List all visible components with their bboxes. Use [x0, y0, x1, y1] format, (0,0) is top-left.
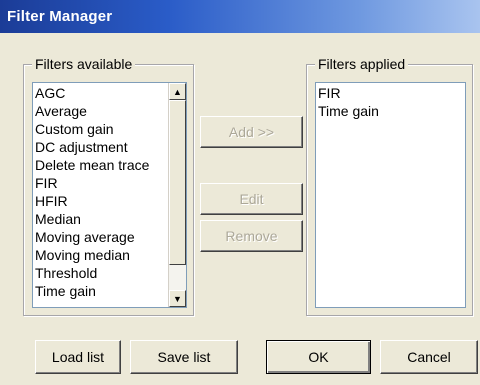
- list-item[interactable]: Time gain: [33, 282, 168, 300]
- list-item[interactable]: AGC: [33, 84, 168, 102]
- list-item[interactable]: HFIR: [33, 192, 168, 210]
- list-item[interactable]: Median: [33, 210, 168, 228]
- remove-button[interactable]: Remove: [200, 220, 303, 252]
- list-item[interactable]: FIR: [316, 84, 465, 102]
- list-item[interactable]: Average: [33, 102, 168, 120]
- list-item[interactable]: FIR: [33, 174, 168, 192]
- filters-applied-label: Filters applied: [315, 56, 409, 72]
- filter-manager-window: Filter Manager Filters available AGC Aver…: [0, 0, 480, 385]
- filters-available-group: Filters available AGC Average Custom gain D…: [23, 56, 194, 316]
- filters-applied-group: Filters applied FIR Time gain: [306, 56, 473, 316]
- list-item[interactable]: DC adjustment: [33, 138, 168, 156]
- load-list-button[interactable]: Load list: [35, 340, 121, 374]
- edit-button[interactable]: Edit: [200, 183, 303, 215]
- triangle-up-icon: ▲: [173, 86, 182, 97]
- scroll-thumb[interactable]: [169, 100, 186, 265]
- scroll-up-button[interactable]: ▲: [169, 83, 186, 100]
- applied-items: FIR Time gain: [316, 84, 465, 120]
- title-bar[interactable]: Filter Manager: [0, 0, 480, 33]
- add-button[interactable]: Add >>: [200, 116, 303, 148]
- scroll-down-button[interactable]: ▼: [169, 290, 186, 307]
- list-item[interactable]: Time gain: [316, 102, 465, 120]
- filters-available-list[interactable]: AGC Average Custom gain DC adjustment Delete…: [32, 82, 187, 308]
- save-list-button[interactable]: Save list: [130, 340, 238, 374]
- ok-button[interactable]: OK: [266, 340, 371, 374]
- triangle-down-icon: ▼: [173, 293, 182, 304]
- available-items: AGC Average Custom gain DC adjustment Delete…: [33, 84, 168, 300]
- filters-applied-list[interactable]: FIR Time gain: [315, 82, 466, 308]
- cancel-button[interactable]: Cancel: [380, 340, 478, 374]
- available-scrollbar[interactable]: ▲ ▼: [168, 83, 186, 307]
- window-title: Filter Manager: [7, 8, 113, 25]
- list-item[interactable]: Custom gain: [33, 120, 168, 138]
- list-item[interactable]: Delete mean trace: [33, 156, 168, 174]
- filters-available-label: Filters available: [32, 56, 136, 72]
- list-item[interactable]: Moving average: [33, 228, 168, 246]
- list-item[interactable]: Threshold: [33, 264, 168, 282]
- list-item[interactable]: Moving median: [33, 246, 168, 264]
